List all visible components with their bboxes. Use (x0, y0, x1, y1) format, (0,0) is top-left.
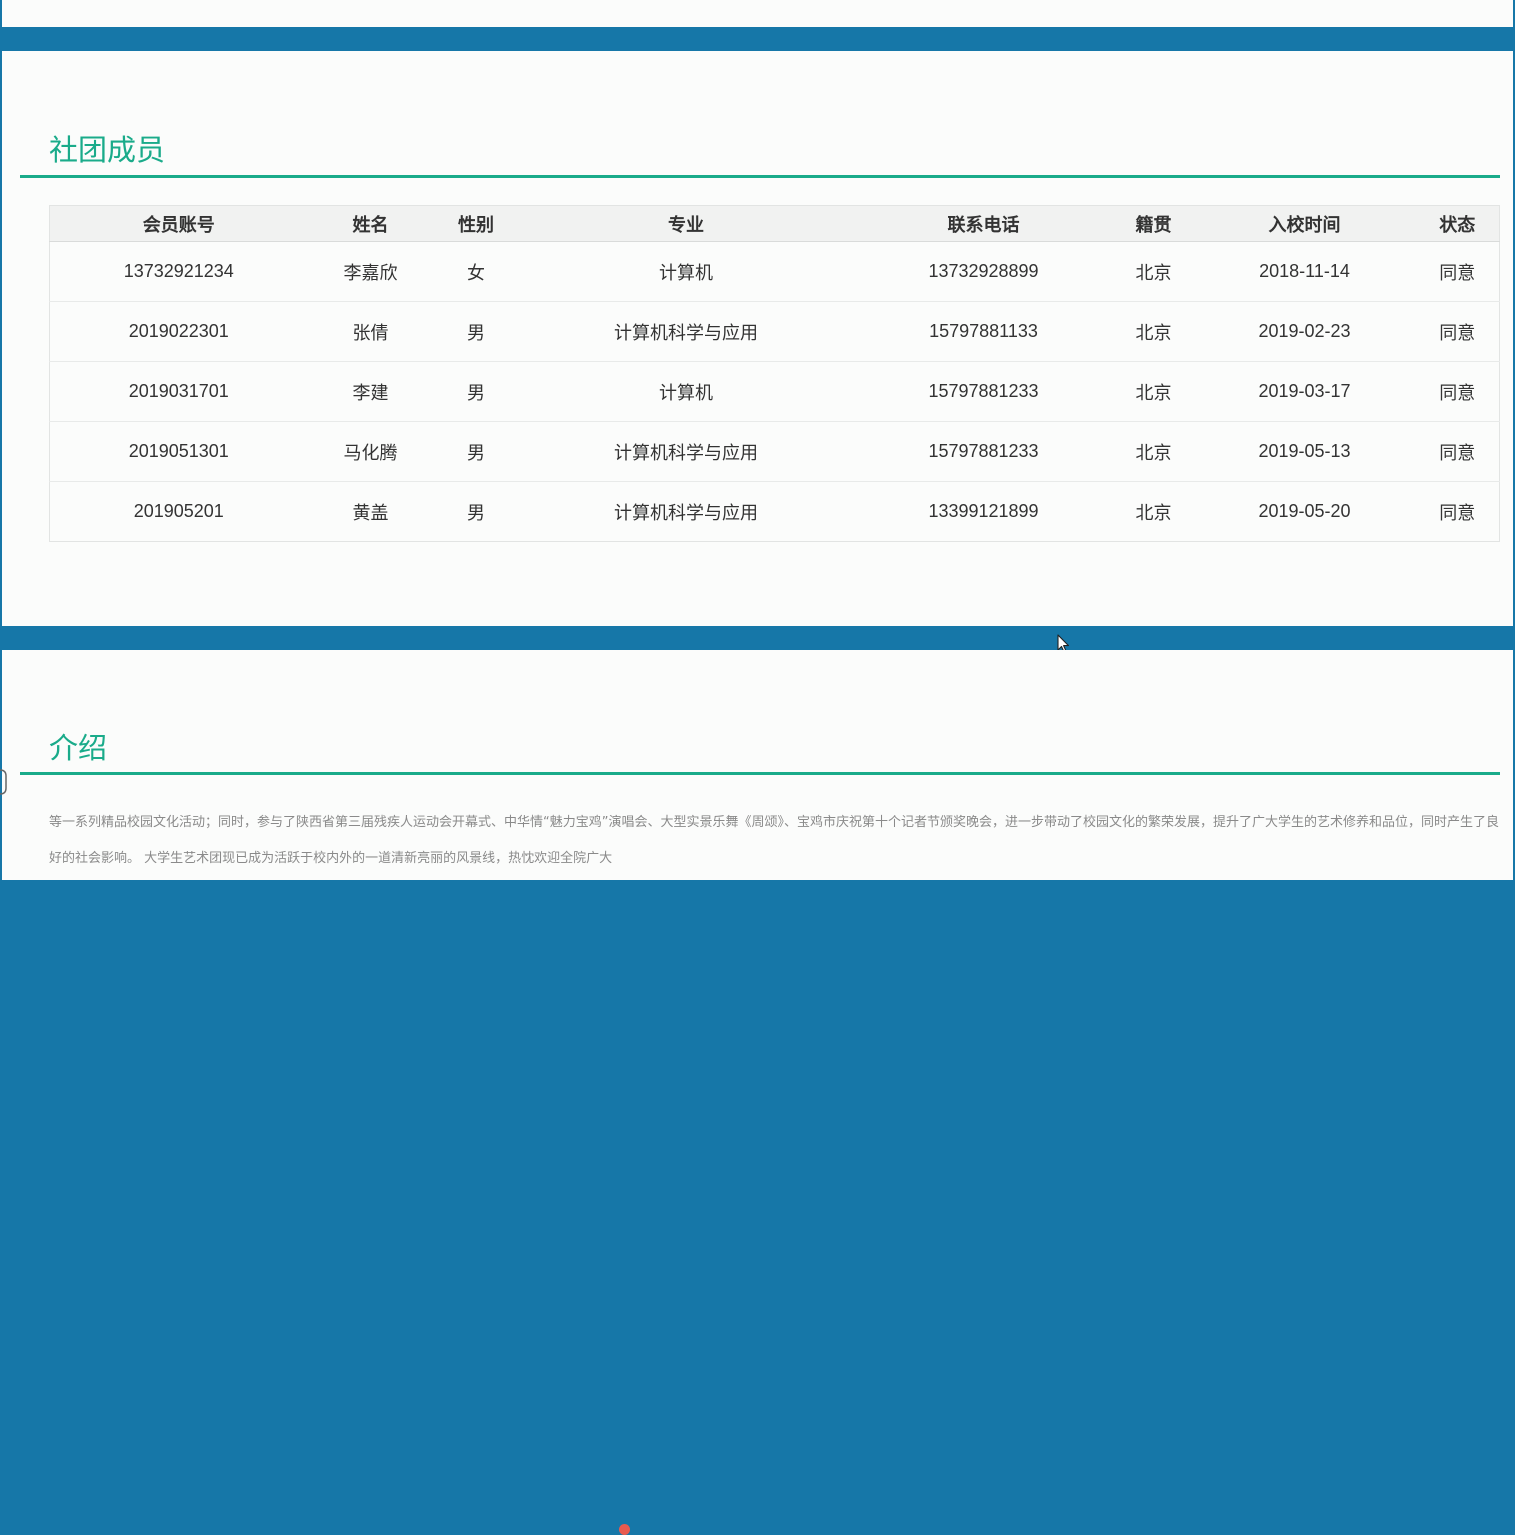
cell-enroll-date: 2019-05-20 (1258, 501, 1351, 521)
header-major: 专业 (518, 205, 854, 242)
header-name: 姓名 (307, 205, 434, 242)
header-gender: 性别 (433, 205, 519, 242)
cell-gender: 男 (467, 502, 485, 523)
cell-enroll-date: 2019-03-17 (1193, 361, 1416, 422)
cell-account: 13732921234 (49, 241, 308, 302)
cell-name: 李嘉欣 (307, 241, 434, 302)
cell-enroll-date: 2019-02-23 (1193, 301, 1416, 362)
cell-major: 计算机科学与应用 (518, 421, 854, 482)
cell-phone: 15797881133 (853, 301, 1114, 362)
cell-account: 201905201 (133, 501, 224, 521)
cell-status: 同意 (1415, 301, 1500, 362)
cell-phone: 15797881233 (853, 361, 1114, 422)
cell-enroll-date: 2019-05-13 (1193, 421, 1416, 482)
cell-gender: 男 (433, 421, 519, 482)
cell-account: 2019022301 (49, 301, 308, 362)
header-hometown: 籍贯 (1113, 205, 1194, 242)
edge-handle-icon[interactable] (0, 768, 7, 796)
cell-hometown: 北京 (1113, 421, 1194, 482)
cell-hometown: 北京 (1135, 502, 1172, 523)
members-table: 会员账号 姓名 性别 专业 联系电话 籍贯 入校时间 状态 1373292123… (49, 205, 1500, 542)
cell-phone: 15797881233 (853, 421, 1114, 482)
members-title-underline (20, 175, 1500, 178)
cell-hometown: 北京 (1113, 361, 1194, 422)
header-account: 会员账号 (49, 205, 308, 242)
cell-phone: 13732928899 (853, 241, 1114, 302)
header-status: 状态 (1415, 205, 1500, 242)
members-section-title: 社团成员 (49, 133, 166, 167)
intro-paragraph: 等一系列精品校园文化活动；同时，参与了陕西省第三届残疾人运动会开幕式、中华情“魅… (49, 815, 1499, 866)
top-panel (2, 0, 1513, 27)
members-section: 社团成员 会员账号 姓名 性别 专业 联系电话 籍贯 入校时间 状态 13732… (2, 51, 1513, 654)
cell-gender: 女 (433, 241, 519, 302)
cell-phone: 13399121899 (928, 501, 1039, 521)
cell-major: 计算机 (518, 241, 854, 302)
cell-status: 同意 (1439, 502, 1476, 523)
members-table-header: 会员账号 姓名 性别 专业 联系电话 籍贯 入校时间 状态 (49, 205, 1500, 242)
cell-hometown: 北京 (1113, 241, 1194, 302)
cell-gender: 男 (433, 301, 519, 362)
intro-section: 介绍 等一系列精品校园文化活动；同时，参与了陕西省第三届残疾人运动会开幕式、中华… (2, 650, 1513, 1535)
intro-section-title: 介绍 (49, 731, 108, 765)
cell-status: 同意 (1415, 241, 1500, 302)
header-enroll-date: 入校时间 (1193, 205, 1416, 242)
cell-major: 计算机科学与应用 (518, 301, 854, 362)
table-row: 2019051301 马化腾 男 计算机科学与应用 15797881233 北京… (49, 421, 1500, 482)
table-row: 201905201 黄盖 男 计算机科学与应用 13399121899 北京 2… (50, 482, 1500, 542)
cell-enroll-date: 2018-11-14 (1193, 241, 1416, 302)
cell-name: 黄盖 (352, 502, 389, 523)
cell-name: 张倩 (307, 301, 434, 362)
intro-title-underline (20, 772, 1500, 775)
cell-gender: 男 (433, 361, 519, 422)
cell-major: 计算机科学与应用 (614, 502, 758, 523)
cell-name: 李建 (307, 361, 434, 422)
cell-name: 马化腾 (307, 421, 434, 482)
cell-status: 同意 (1415, 361, 1500, 422)
header-phone: 联系电话 (853, 205, 1114, 242)
table-row: 13732921234 李嘉欣 女 计算机 13732928899 北京 201… (49, 241, 1500, 302)
cell-account: 2019051301 (49, 421, 308, 482)
cell-account: 2019031701 (49, 361, 308, 422)
cell-hometown: 北京 (1113, 301, 1194, 362)
cell-major: 计算机 (518, 361, 854, 422)
cell-status: 同意 (1415, 421, 1500, 482)
table-row: 2019022301 张倩 男 计算机科学与应用 15797881133 北京 … (49, 301, 1500, 362)
table-row: 2019031701 李建 男 计算机 15797881233 北京 2019-… (49, 361, 1500, 422)
red-dot-marker (619, 1524, 630, 1535)
